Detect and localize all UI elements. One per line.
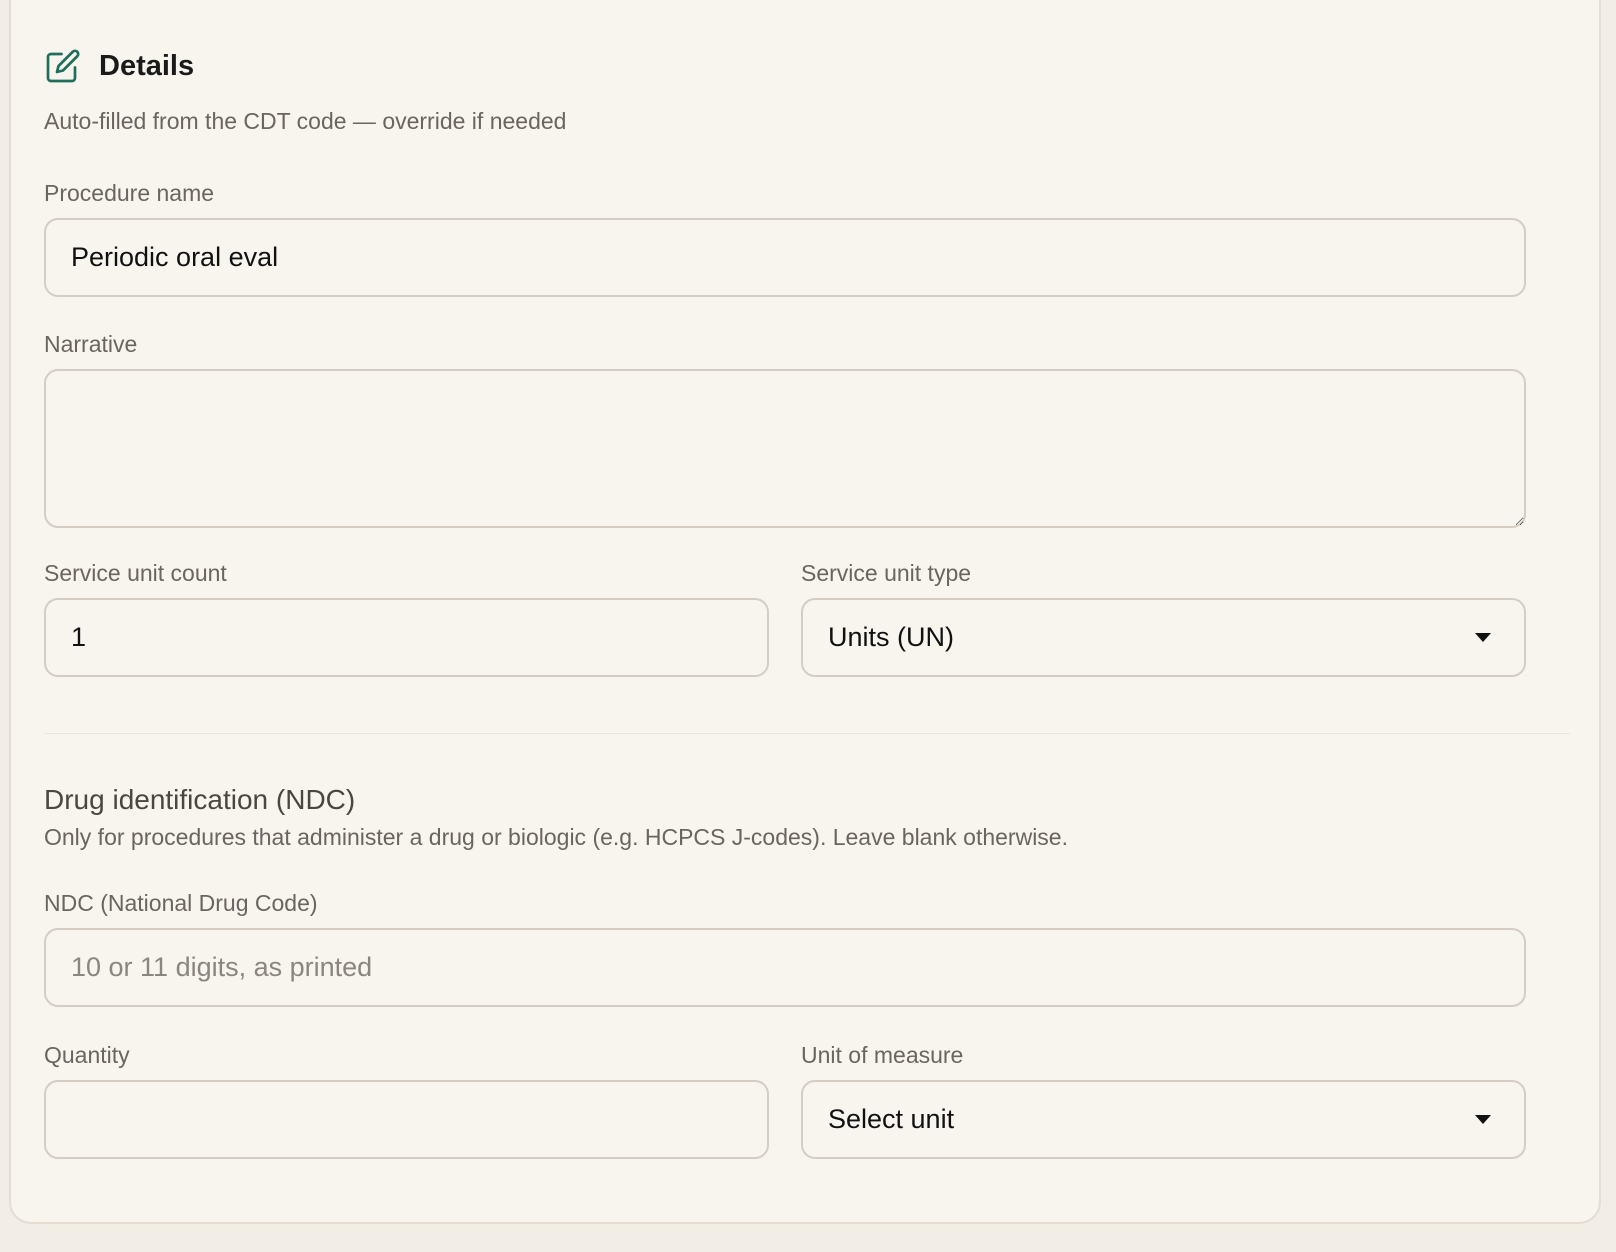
unit-of-measure-select[interactable]: Select unit: [801, 1080, 1526, 1159]
drug-section-description: Only for procedures that administer a dr…: [44, 824, 1068, 850]
service-unit-count-label: Service unit count: [44, 560, 227, 586]
procedure-name-input[interactable]: [44, 218, 1526, 297]
page-title: Details: [99, 49, 195, 82]
narrative-label: Narrative: [44, 331, 138, 357]
service-unit-type-label: Service unit type: [801, 560, 972, 586]
details-card: Details Auto-filled from the CDT code — …: [9, 0, 1601, 1224]
narrative-textarea[interactable]: [44, 369, 1526, 528]
procedure-name-label: Procedure name: [44, 180, 215, 206]
service-unit-type-select[interactable]: Units (UN): [801, 598, 1526, 677]
section-divider: [44, 733, 1570, 734]
details-header: Details: [44, 46, 194, 86]
ndc-input[interactable]: [44, 928, 1526, 1007]
quantity-input[interactable]: [44, 1080, 769, 1159]
ndc-label: NDC (National Drug Code): [44, 890, 318, 916]
drug-section-title: Drug identification (NDC): [44, 784, 356, 815]
service-unit-type-value: Units (UN): [828, 622, 954, 652]
unit-of-measure-value: Select unit: [828, 1104, 955, 1134]
service-unit-count-input[interactable]: [44, 598, 769, 677]
caret-down-icon: [1475, 633, 1491, 642]
quantity-label: Quantity: [44, 1042, 130, 1068]
page-subtitle: Auto-filled from the CDT code — override…: [44, 108, 567, 134]
caret-down-icon: [1475, 1115, 1491, 1124]
edit-icon: [44, 47, 82, 85]
unit-of-measure-label: Unit of measure: [801, 1042, 964, 1068]
